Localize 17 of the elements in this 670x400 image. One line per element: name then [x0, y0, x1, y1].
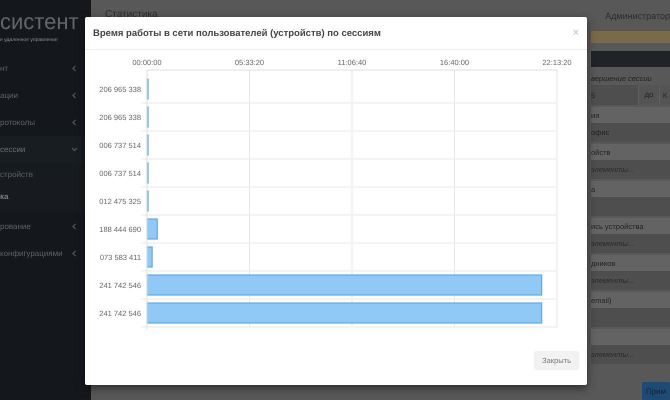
nav-item[interactable]: конфигурациями [0, 240, 91, 267]
apply-button[interactable]: Прим [642, 382, 670, 400]
chevron-left-icon [71, 65, 78, 72]
nav-item[interactable]: ации [0, 82, 91, 109]
chevron-left-icon [71, 223, 78, 230]
close-button[interactable]: × [572, 27, 579, 39]
logo-text: систент [0, 10, 80, 34]
chevron-left-icon [71, 250, 78, 257]
modal-title: Время работы в сети пользователей (устройств) по сессиям [93, 28, 381, 38]
chevron-left-icon [71, 92, 78, 99]
chevron-left-icon [71, 119, 78, 126]
input-field[interactable] [591, 197, 670, 216]
nav-item[interactable]: рование [0, 213, 91, 240]
input-field[interactable] [591, 308, 670, 327]
chevron-down-icon [71, 146, 78, 153]
nav-item[interactable]: нт [0, 55, 91, 82]
nav-item[interactable]: ротоколы [0, 109, 91, 136]
